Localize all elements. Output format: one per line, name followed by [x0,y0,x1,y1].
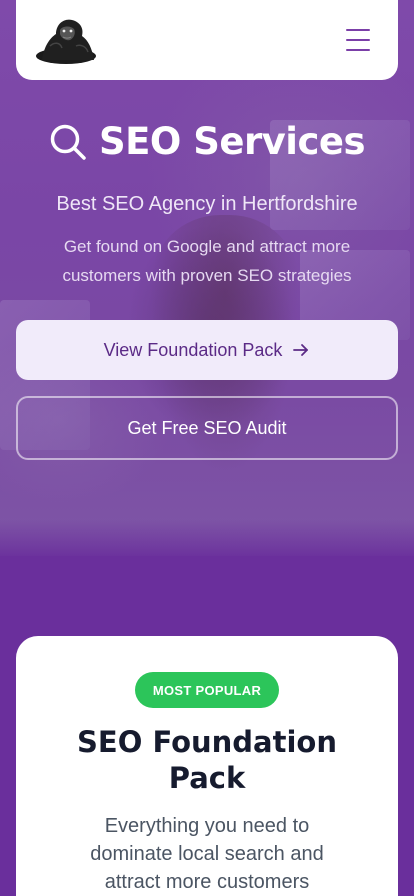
hero-fade [0,520,414,556]
card-description: Everything you need to dominate local se… [90,815,324,893]
hero-title-row: SEO Services [0,120,414,163]
pricing-card: MOST POPULAR SEO Foundation Pack Everyth… [16,636,398,896]
menu-bar [346,29,370,31]
get-free-seo-audit-button[interactable]: Get Free SEO Audit [16,396,398,460]
hamburger-menu-icon[interactable] [346,29,372,51]
arrow-right-icon [293,344,309,356]
gorilla-logo[interactable] [34,16,96,64]
get-free-seo-audit-label: Get Free SEO Audit [127,417,287,438]
most-popular-badge: MOST POPULAR [135,672,279,708]
hero-description: Get found on Google and attract more cus… [62,237,352,285]
menu-bar [346,39,370,41]
navbar [16,0,398,80]
page-title: SEO Services [98,120,366,163]
menu-bar [346,49,370,51]
view-foundation-pack-button[interactable]: View Foundation Pack [16,320,398,380]
search-icon [50,124,86,160]
view-foundation-pack-label: View Foundation Pack [103,339,283,360]
card-title: SEO Foundation Pack [77,725,337,795]
hero-subtitle: Best SEO Agency in Hertfordshire [56,193,358,215]
